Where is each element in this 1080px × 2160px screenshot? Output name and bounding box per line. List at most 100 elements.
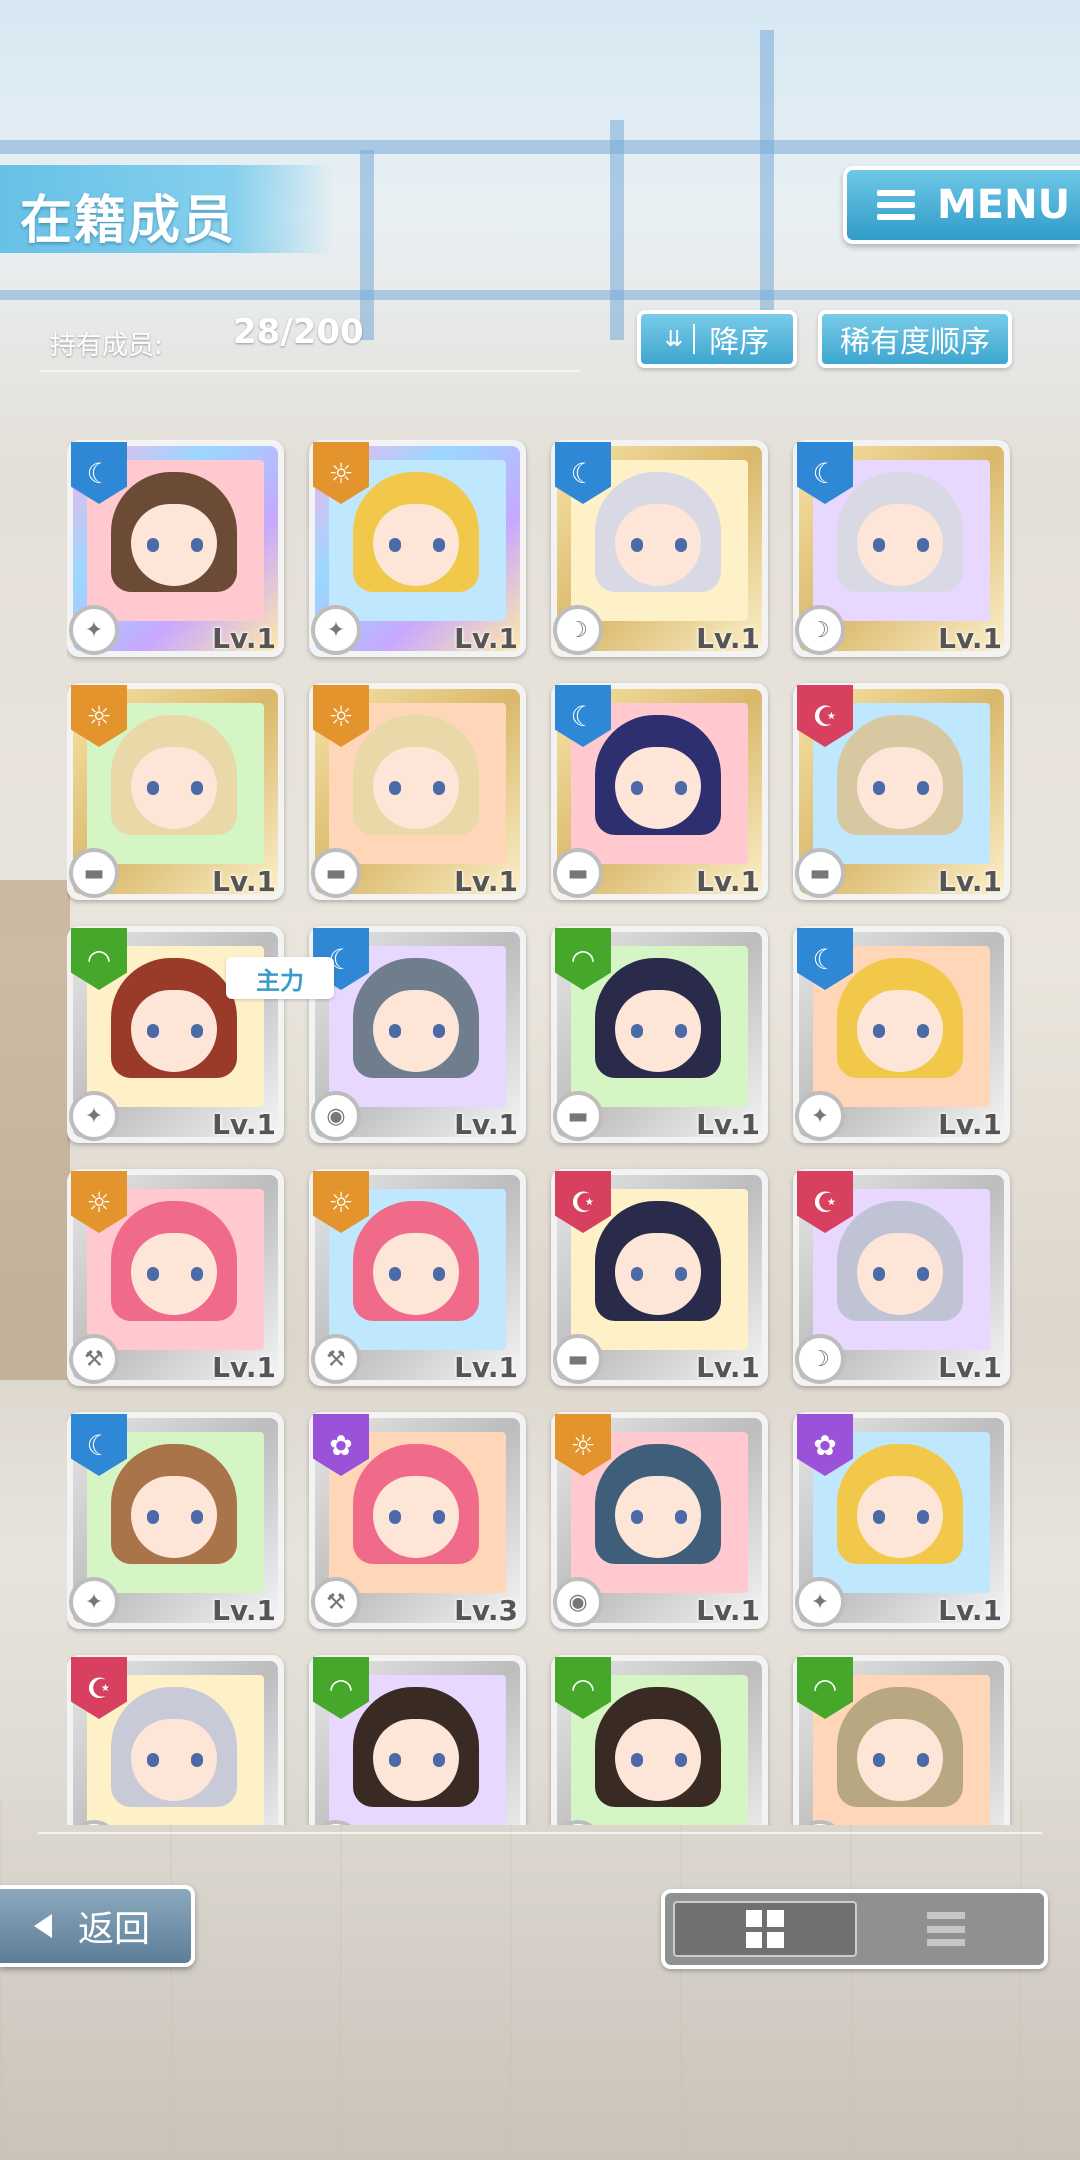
- card-level: Lv.1: [938, 865, 1002, 898]
- character-eyes: [147, 1267, 203, 1281]
- character-eyes: [147, 781, 203, 795]
- card-level: Lv.1: [212, 1351, 276, 1384]
- scythe-icon: ☽: [795, 605, 845, 655]
- gun-icon: ▬: [69, 848, 119, 898]
- member-card[interactable]: ☾ ☽ Lv.1: [551, 440, 768, 657]
- card-level: Lv.1: [454, 865, 518, 898]
- character-eyes: [631, 1753, 687, 1767]
- shield-icon: ◉: [553, 1577, 603, 1627]
- divider: [38, 1832, 1042, 1834]
- card-level: Lv.1: [938, 1594, 1002, 1627]
- member-card[interactable]: ☼ ▬ Lv.1: [309, 683, 526, 900]
- member-card[interactable]: ◠✦: [309, 1655, 526, 1825]
- card-level: Lv.1: [696, 1594, 760, 1627]
- scythe-icon: ☽: [553, 605, 603, 655]
- character-eyes: [631, 1267, 687, 1281]
- member-grid[interactable]: ☾ ✦ Lv.1 ☼ ✦ Lv.1 ☾ ☽ Lv.1 ☾ ☽ Lv.1 ☼ ▬ Lv.1 ☼ ▬ Lv.1 ☾ ▬ Lv…: [67, 440, 1017, 1825]
- card-level: Lv.1: [938, 1351, 1002, 1384]
- member-card[interactable]: ☪ ▬ Lv.1: [793, 683, 1010, 900]
- member-card[interactable]: ☼ ✦ Lv.1: [309, 440, 526, 657]
- member-card[interactable]: ☾ ✦ Lv.1: [67, 440, 284, 657]
- hammer-icon: ⚒: [311, 1577, 361, 1627]
- member-card[interactable]: ☾ ✦ Lv.1: [67, 1412, 284, 1629]
- character-eyes: [389, 538, 445, 552]
- main-member-tag: 主力: [226, 957, 334, 999]
- member-card[interactable]: ☪✦: [67, 1655, 284, 1825]
- character-eyes: [147, 1024, 203, 1038]
- member-card[interactable]: ☾ ◉ Lv.1: [309, 926, 526, 1143]
- member-card[interactable]: ☼ ▬ Lv.1: [67, 683, 284, 900]
- sort-rarity-label: 稀有度顺序: [840, 325, 990, 360]
- member-card[interactable]: ☾ ✦ Lv.1: [793, 926, 1010, 1143]
- card-level: Lv.1: [696, 1108, 760, 1141]
- member-card[interactable]: ✿ ⚒ Lv.3: [309, 1412, 526, 1629]
- character-eyes: [389, 1753, 445, 1767]
- character-eyes: [389, 781, 445, 795]
- card-level: Lv.1: [212, 865, 276, 898]
- card-level: Lv.1: [212, 1108, 276, 1141]
- list-view-button[interactable]: [857, 1901, 1037, 1957]
- scythe-icon: ☽: [795, 1334, 845, 1384]
- gun-icon: ▬: [311, 848, 361, 898]
- sword-icon: ✦: [311, 605, 361, 655]
- back-button[interactable]: 返回: [0, 1885, 195, 1967]
- member-card[interactable]: ☼ ◉ Lv.1: [551, 1412, 768, 1629]
- hammer-icon: ⚒: [311, 1334, 361, 1384]
- gun-icon: ▬: [553, 1091, 603, 1141]
- sword-icon: ✦: [795, 1577, 845, 1627]
- member-card[interactable]: ☼ ⚒ Lv.1: [67, 1169, 284, 1386]
- sort-rarity-button[interactable]: 稀有度顺序: [818, 310, 1012, 368]
- card-level: Lv.1: [696, 1351, 760, 1384]
- bookshelf: [0, 880, 70, 1380]
- card-level: Lv.1: [212, 622, 276, 655]
- card-level: Lv.1: [454, 1108, 518, 1141]
- member-card[interactable]: ☪ ▬ Lv.1: [551, 1169, 768, 1386]
- member-card[interactable]: ☪ ☽ Lv.1: [793, 1169, 1010, 1386]
- character-eyes: [631, 1510, 687, 1524]
- character-eyes: [631, 538, 687, 552]
- member-card[interactable]: ☾ ▬ Lv.1: [551, 683, 768, 900]
- sort-order-button[interactable]: ⇊ 降序: [637, 310, 797, 368]
- member-card[interactable]: ◠✦: [551, 1655, 768, 1825]
- character-eyes: [873, 1510, 929, 1524]
- card-level: Lv.1: [212, 1594, 276, 1627]
- sword-icon: ✦: [69, 605, 119, 655]
- grid-view-button[interactable]: [673, 1901, 857, 1957]
- character-eyes: [389, 1024, 445, 1038]
- member-card[interactable]: ◠✦: [793, 1655, 1010, 1825]
- double-chevron-down-icon: ⇊: [664, 326, 684, 352]
- window-beam-top: [0, 140, 1080, 154]
- sword-icon: ✦: [69, 1091, 119, 1141]
- character-eyes: [873, 1267, 929, 1281]
- sword-icon: ✦: [69, 1577, 119, 1627]
- separator: [693, 324, 696, 354]
- window-beam: [0, 290, 1080, 300]
- member-count-label: 持有成员:: [50, 331, 163, 361]
- card-level: Lv.3: [454, 1594, 518, 1627]
- character-eyes: [631, 781, 687, 795]
- card-level: Lv.1: [938, 1108, 1002, 1141]
- card-level: Lv.1: [696, 622, 760, 655]
- page-title: 在籍成员: [20, 191, 237, 251]
- character-eyes: [389, 1267, 445, 1281]
- character-eyes: [873, 1753, 929, 1767]
- floor: [0, 1800, 1080, 2160]
- member-card[interactable]: ✿ ✦ Lv.1: [793, 1412, 1010, 1629]
- character-eyes: [147, 538, 203, 552]
- sword-icon: ✦: [795, 1091, 845, 1141]
- menu-button-label: MENU: [937, 182, 1071, 228]
- character-eyes: [631, 1024, 687, 1038]
- back-arrow-icon: [34, 1914, 52, 1938]
- view-toggle: [661, 1889, 1048, 1969]
- menu-button[interactable]: MENU: [843, 166, 1080, 244]
- list-icon: [927, 1912, 966, 1946]
- card-level: Lv.1: [454, 622, 518, 655]
- window-beam: [610, 120, 624, 340]
- card-level: Lv.1: [696, 865, 760, 898]
- member-card[interactable]: ◠ ▬ Lv.1: [551, 926, 768, 1143]
- member-card[interactable]: ☾ ☽ Lv.1: [793, 440, 1010, 657]
- hammer-icon: ⚒: [69, 1334, 119, 1384]
- back-button-label: 返回: [78, 1909, 151, 1950]
- character-eyes: [147, 1510, 203, 1524]
- member-card[interactable]: ☼ ⚒ Lv.1: [309, 1169, 526, 1386]
